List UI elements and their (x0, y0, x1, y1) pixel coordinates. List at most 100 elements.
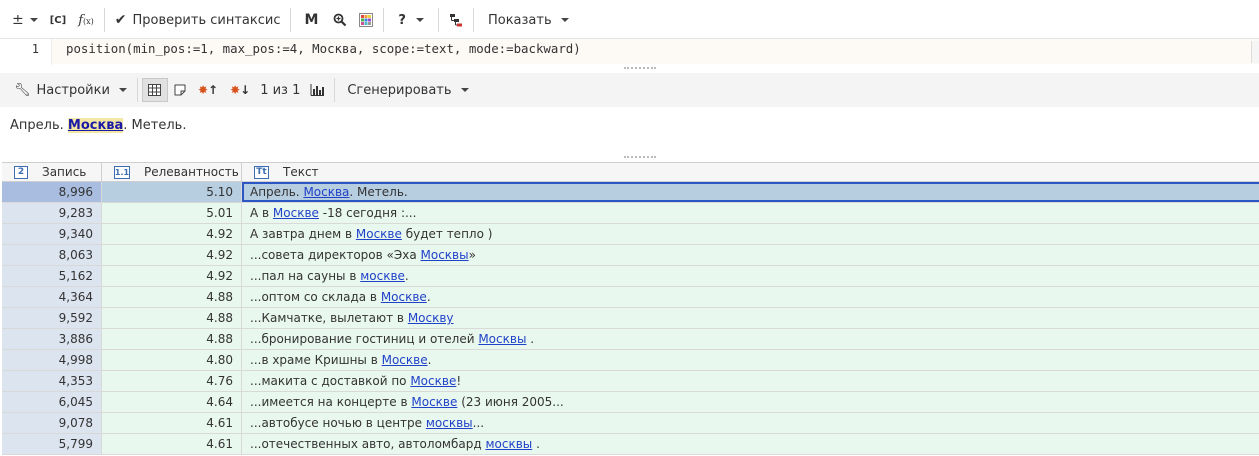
tree-view-button[interactable] (443, 6, 469, 34)
record-cell[interactable]: 4,353 (2, 371, 102, 391)
relevance-cell[interactable]: 4.61 (102, 413, 242, 433)
relevance-cell[interactable]: 4.64 (102, 392, 242, 412)
relevance-cell[interactable]: 4.61 (102, 434, 242, 454)
table-row[interactable]: 9,078 4.61 ...автобусе ночью в центре моск… (2, 413, 1259, 434)
record-cell[interactable]: 5,162 (2, 266, 102, 286)
sort-ascending-button[interactable]: ✸↑ (192, 76, 224, 104)
star-down-icon: ✸↓ (230, 83, 251, 97)
match-link[interactable]: москвы (485, 437, 532, 451)
table-icon (148, 84, 162, 96)
text-cell[interactable]: ...бронирование гостиниц и отелей Москвы… (242, 329, 1259, 349)
text-before: ...имеется на концерте в (250, 395, 412, 409)
function-button[interactable]: f(x) (72, 6, 100, 34)
relevance-cell[interactable]: 5.01 (102, 203, 242, 223)
color-palette-button[interactable] (353, 6, 379, 34)
check-syntax-button[interactable]: ✔ Проверить синтаксис (109, 6, 287, 34)
relevance-cell[interactable]: 4.92 (102, 224, 242, 244)
table-row[interactable]: 9,340 4.92 А завтра днем в Москве будет те… (2, 224, 1259, 245)
match-link[interactable]: Москве (411, 395, 457, 409)
text-before: ...отечественных авто, автоломбард (250, 437, 486, 451)
zoom-button[interactable] (327, 6, 353, 34)
text-cell[interactable]: ...Камчатке, вылетают в Москву (242, 308, 1259, 328)
show-dropdown[interactable]: Показать (478, 6, 575, 34)
text-cell[interactable]: ...оптом со склада в Москве. (242, 287, 1259, 307)
table-row[interactable]: 6,045 4.64 ...имеется на концерте в Москве… (2, 392, 1259, 413)
settings-dropdown[interactable]: 🔧︎ Настройки (8, 76, 133, 104)
relevance-cell[interactable]: 4.88 (102, 287, 242, 307)
record-cell[interactable]: 8,996 (2, 182, 102, 202)
relevance-cell[interactable]: 4.92 (102, 266, 242, 286)
relevance-cell[interactable]: 4.76 (102, 371, 242, 391)
table-row[interactable]: 8,996 5.10 Апрель. Москва. Метель. (2, 182, 1259, 203)
record-cell[interactable]: 4,998 (2, 350, 102, 370)
record-cell[interactable]: 9,283 (2, 203, 102, 223)
help-dropdown[interactable]: ? (388, 6, 434, 34)
record-cell[interactable]: 8,063 (2, 245, 102, 265)
table-row[interactable]: 9,592 4.88 ...Камчатке, вылетают в Москву (2, 308, 1259, 329)
text-cell[interactable]: ...отечественных авто, автоломбард москв… (242, 434, 1259, 454)
match-link[interactable]: Москве (273, 206, 319, 220)
query-code[interactable]: position(min_pos:=1, max_pos:=4, Москва,… (66, 39, 581, 59)
tree-icon (449, 14, 462, 27)
editor-resize-handle[interactable] (624, 67, 656, 70)
column-header-text[interactable]: Tt Текст (242, 163, 1259, 181)
sort-descending-button[interactable]: ✸↓ (224, 76, 256, 104)
context-button[interactable]: [C] (44, 6, 72, 34)
record-cell[interactable]: 9,078 (2, 413, 102, 433)
text-cell[interactable]: ...имеется на концерте в Москве (23 июня… (242, 392, 1259, 412)
relevance-cell[interactable]: 4.88 (102, 308, 242, 328)
record-cell[interactable]: 4,364 (2, 287, 102, 307)
relevance-cell[interactable]: 4.88 (102, 329, 242, 349)
text-cell[interactable]: ...в храме Кришны в Москве. (242, 350, 1259, 370)
record-cell[interactable]: 9,340 (2, 224, 102, 244)
relevance-cell[interactable]: 4.80 (102, 350, 242, 370)
text-cell[interactable]: А завтра днем в Москве будет тепло ) (242, 224, 1259, 244)
match-link[interactable]: Москве (382, 353, 428, 367)
text-cell[interactable]: ...совета директоров «Эха Москвы» (242, 245, 1259, 265)
table-row[interactable]: 8,063 4.92 ...совета директоров «Эха Москв… (2, 245, 1259, 266)
record-cell[interactable]: 6,045 (2, 392, 102, 412)
table-view-button[interactable] (141, 78, 168, 102)
match-link[interactable]: Москва (303, 185, 349, 199)
match-link[interactable]: Москвы (478, 332, 526, 346)
text-cell[interactable]: ...автобусе ночью в центре москвы... (242, 413, 1259, 433)
column-header-relevance[interactable]: 1.1 Релевантность (102, 163, 242, 181)
table-row[interactable]: 4,998 4.80 ...в храме Кришны в Москве. (2, 350, 1259, 371)
table-row[interactable]: 4,364 4.88 ...оптом со склада в Москве. (2, 287, 1259, 308)
text-cell[interactable]: А в Москве -18 сегодня :... (242, 203, 1259, 223)
match-link[interactable]: Москву (408, 311, 454, 325)
chevron-down-icon (460, 88, 469, 92)
text-cell[interactable]: Апрель. Москва. Метель. (242, 182, 1259, 202)
line-number: 1 (0, 39, 52, 65)
text-cell[interactable]: ...пал на сауны в москве. (242, 266, 1259, 286)
match-link[interactable]: москве (360, 269, 405, 283)
table-row[interactable]: 9,283 5.01 А в Москве -18 сегодня :... (2, 203, 1259, 224)
relevance-cell[interactable]: 5.10 (102, 182, 242, 202)
text-after: . (526, 332, 535, 346)
show-label: Показать (487, 12, 552, 28)
record-cell[interactable]: 3,886 (2, 329, 102, 349)
generate-dropdown[interactable]: Сгенерировать (339, 76, 474, 104)
match-link[interactable]: Москве (410, 374, 456, 388)
text-cell[interactable]: ...макита с доставкой по Москве! (242, 371, 1259, 391)
note-view-button[interactable] (168, 76, 192, 104)
table-row[interactable]: 3,886 4.88 ...бронирование гостиниц и отел… (2, 329, 1259, 350)
table-row[interactable]: 5,162 4.92 ...пал на сауны в москве. (2, 266, 1259, 287)
table-row[interactable]: 5,799 4.61 ...отечественных авто, автоломб… (2, 434, 1259, 455)
match-link[interactable]: Москвы (421, 248, 469, 262)
match-link[interactable]: москвы (426, 416, 473, 430)
record-cell[interactable]: 5,799 (2, 434, 102, 454)
record-cell[interactable]: 9,592 (2, 308, 102, 328)
match-link[interactable]: Москве (356, 227, 402, 241)
preview-resize-handle[interactable] (624, 156, 656, 159)
m-button[interactable]: M (295, 6, 327, 34)
chart-button[interactable] (304, 76, 330, 104)
table-row[interactable]: 4,353 4.76 ...макита с доставкой по Москве… (2, 371, 1259, 392)
preview-highlight[interactable]: Москва (67, 118, 124, 133)
relevance-cell[interactable]: 4.92 (102, 245, 242, 265)
editor-scrollbar[interactable] (1251, 41, 1259, 63)
column-header-record[interactable]: 2 Запись (2, 163, 102, 181)
add-remove-dropdown[interactable]: ± (6, 6, 44, 34)
query-editor[interactable]: 1 position(min_pos:=1, max_pos:=4, Москв… (0, 38, 1259, 65)
match-link[interactable]: Москве (381, 290, 427, 304)
